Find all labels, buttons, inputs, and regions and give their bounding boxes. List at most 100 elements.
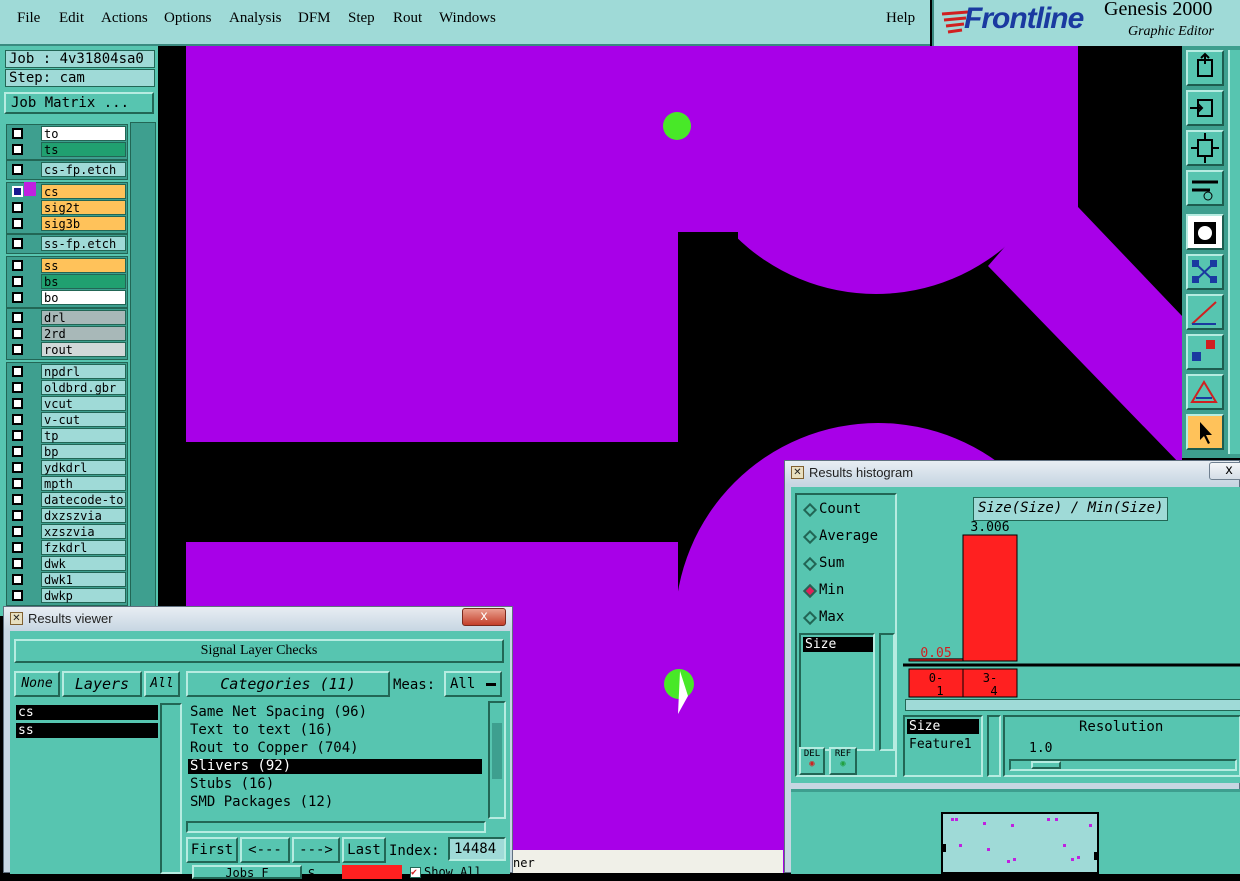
close-button[interactable]: x bbox=[1209, 462, 1240, 480]
select-pointer-icon[interactable] bbox=[1186, 414, 1224, 450]
menu-edit[interactable]: Edit bbox=[59, 10, 84, 27]
category-item[interactable]: Slivers (92) bbox=[188, 759, 482, 774]
board-preview[interactable] bbox=[941, 812, 1099, 874]
mode-radio[interactable] bbox=[802, 529, 818, 545]
layer-name[interactable]: cs-fp.etch bbox=[41, 162, 126, 177]
layer-row[interactable]: xzszvia bbox=[8, 524, 126, 539]
measure-tool-icon[interactable] bbox=[1186, 170, 1224, 206]
layer-name[interactable]: vcut bbox=[41, 396, 126, 411]
layer-name[interactable]: ss-fp.etch bbox=[41, 236, 126, 251]
feature-list[interactable]: Size Feature1 bbox=[903, 715, 983, 777]
layer-list[interactable]: cs ss bbox=[16, 703, 158, 874]
layer-name[interactable]: tp bbox=[41, 428, 126, 443]
layer-name[interactable]: oldbrd.gbr bbox=[41, 380, 126, 395]
close-button[interactable]: x bbox=[462, 608, 506, 626]
layer-checkbox[interactable] bbox=[12, 344, 23, 355]
layer-row[interactable]: sig2t bbox=[8, 200, 126, 215]
layer-checkbox[interactable] bbox=[12, 128, 23, 139]
mode-radio[interactable] bbox=[802, 610, 818, 626]
next-button[interactable]: ---> bbox=[292, 837, 340, 863]
feature-list-item[interactable]: Feature1 bbox=[907, 737, 979, 752]
fit-screen-icon[interactable] bbox=[1186, 130, 1224, 166]
layer-row[interactable]: ydkdrl bbox=[8, 460, 126, 475]
layer-name[interactable]: bp bbox=[41, 444, 126, 459]
layer-checkbox[interactable] bbox=[12, 574, 23, 585]
check-set-header[interactable]: Signal Layer Checks bbox=[14, 639, 504, 663]
job-matrix-button[interactable]: Job Matrix ... bbox=[4, 92, 154, 114]
layer-row[interactable]: dwkp bbox=[8, 588, 126, 603]
layer-name[interactable]: bs bbox=[41, 274, 126, 289]
snap-icon[interactable] bbox=[1186, 214, 1224, 250]
ref-button[interactable]: REF ◉ bbox=[829, 747, 857, 775]
size-list-item[interactable]: Size bbox=[803, 637, 873, 652]
layer-row[interactable]: dwk1 bbox=[8, 572, 126, 587]
layer-row[interactable]: ts bbox=[8, 142, 126, 157]
layer-checkbox[interactable] bbox=[12, 238, 23, 249]
category-item[interactable]: Stubs (16) bbox=[188, 777, 482, 792]
layer-row[interactable]: v-cut bbox=[8, 412, 126, 427]
layer-checkbox[interactable] bbox=[12, 292, 23, 303]
layer-row[interactable]: tp bbox=[8, 428, 126, 443]
mode-radio[interactable] bbox=[802, 583, 818, 599]
layer-list-item[interactable]: ss bbox=[16, 723, 158, 738]
results-viewer-titlebar[interactable]: ✕ Results viewer bbox=[4, 607, 512, 631]
category-hscrollbar[interactable] bbox=[186, 821, 486, 833]
add-surface-icon[interactable] bbox=[1186, 374, 1224, 410]
mode-label[interactable]: Min bbox=[819, 582, 844, 598]
first-button[interactable]: First bbox=[186, 837, 238, 863]
layer-checkbox[interactable] bbox=[12, 164, 23, 175]
layer-row[interactable]: cs-fp.etch bbox=[8, 162, 126, 177]
layer-name[interactable]: drl bbox=[41, 310, 126, 325]
layer-name[interactable]: sig3b bbox=[41, 216, 126, 231]
menu-rout[interactable]: Rout bbox=[393, 10, 422, 27]
layer-name[interactable]: dxzszvia bbox=[41, 508, 126, 523]
layer-name[interactable]: v-cut bbox=[41, 412, 126, 427]
layer-checkbox[interactable] bbox=[12, 260, 23, 271]
size-list[interactable]: Size bbox=[799, 633, 875, 751]
layer-row[interactable]: oldbrd.gbr bbox=[8, 380, 126, 395]
layer-row[interactable]: drl bbox=[8, 310, 126, 325]
layers-none-button[interactable]: None bbox=[14, 671, 60, 697]
last-button[interactable]: Last bbox=[342, 837, 386, 863]
categories-button[interactable]: Categories (11) bbox=[186, 671, 390, 697]
layer-name[interactable]: rout bbox=[41, 342, 126, 357]
layer-name[interactable]: bo bbox=[41, 290, 126, 305]
layer-row[interactable]: dwk bbox=[8, 556, 126, 571]
feature-list-scrollbar[interactable] bbox=[987, 715, 1001, 777]
category-list[interactable]: Same Net Spacing (96) Text to text (16) Ro… bbox=[186, 701, 486, 813]
pad-marker[interactable] bbox=[663, 112, 691, 140]
layer-checkbox[interactable] bbox=[12, 510, 23, 521]
jobs-button[interactable]: Jobs F bbox=[192, 865, 302, 879]
chart-hscrollbar[interactable] bbox=[905, 699, 1240, 711]
layer-name[interactable]: datecode-to bbox=[41, 492, 126, 507]
layer-name[interactable]: cs bbox=[41, 184, 126, 199]
layer-row[interactable]: ss bbox=[8, 258, 126, 273]
histogram-titlebar[interactable]: ✕ Results histogram bbox=[785, 461, 1239, 485]
layers-button[interactable]: Layers bbox=[62, 671, 142, 697]
feature-list-item[interactable]: Size bbox=[907, 719, 979, 734]
layer-checkbox[interactable] bbox=[12, 328, 23, 339]
prev-button[interactable]: <--- bbox=[240, 837, 290, 863]
layer-checkbox[interactable] bbox=[12, 144, 23, 155]
layer-row[interactable]: rout bbox=[8, 342, 126, 357]
layer-checkbox[interactable] bbox=[12, 526, 23, 537]
layer-checkbox[interactable] bbox=[12, 366, 23, 377]
del-button[interactable]: DEL ◉ bbox=[799, 747, 825, 775]
layer-name[interactable]: sig2t bbox=[41, 200, 126, 215]
meas-select[interactable]: All bbox=[444, 671, 502, 697]
layer-name[interactable]: to bbox=[41, 126, 126, 141]
layer-row[interactable]: bs bbox=[8, 274, 126, 289]
mode-label[interactable]: Count bbox=[819, 501, 861, 517]
layer-checkbox[interactable] bbox=[12, 186, 23, 197]
layer-row[interactable]: bp bbox=[8, 444, 126, 459]
layer-checkbox[interactable] bbox=[12, 382, 23, 393]
add-pad-icon[interactable] bbox=[1186, 334, 1224, 370]
menu-windows[interactable]: Windows bbox=[439, 10, 496, 27]
layer-checkbox[interactable] bbox=[12, 494, 23, 505]
layer-name[interactable]: dwk1 bbox=[41, 572, 126, 587]
mode-label[interactable]: Average bbox=[819, 528, 878, 544]
layer-checkbox[interactable] bbox=[12, 590, 23, 601]
histogram-bar[interactable] bbox=[962, 534, 1018, 662]
category-item[interactable]: Text to text (16) bbox=[188, 723, 482, 738]
mode-label[interactable]: Sum bbox=[819, 555, 844, 571]
